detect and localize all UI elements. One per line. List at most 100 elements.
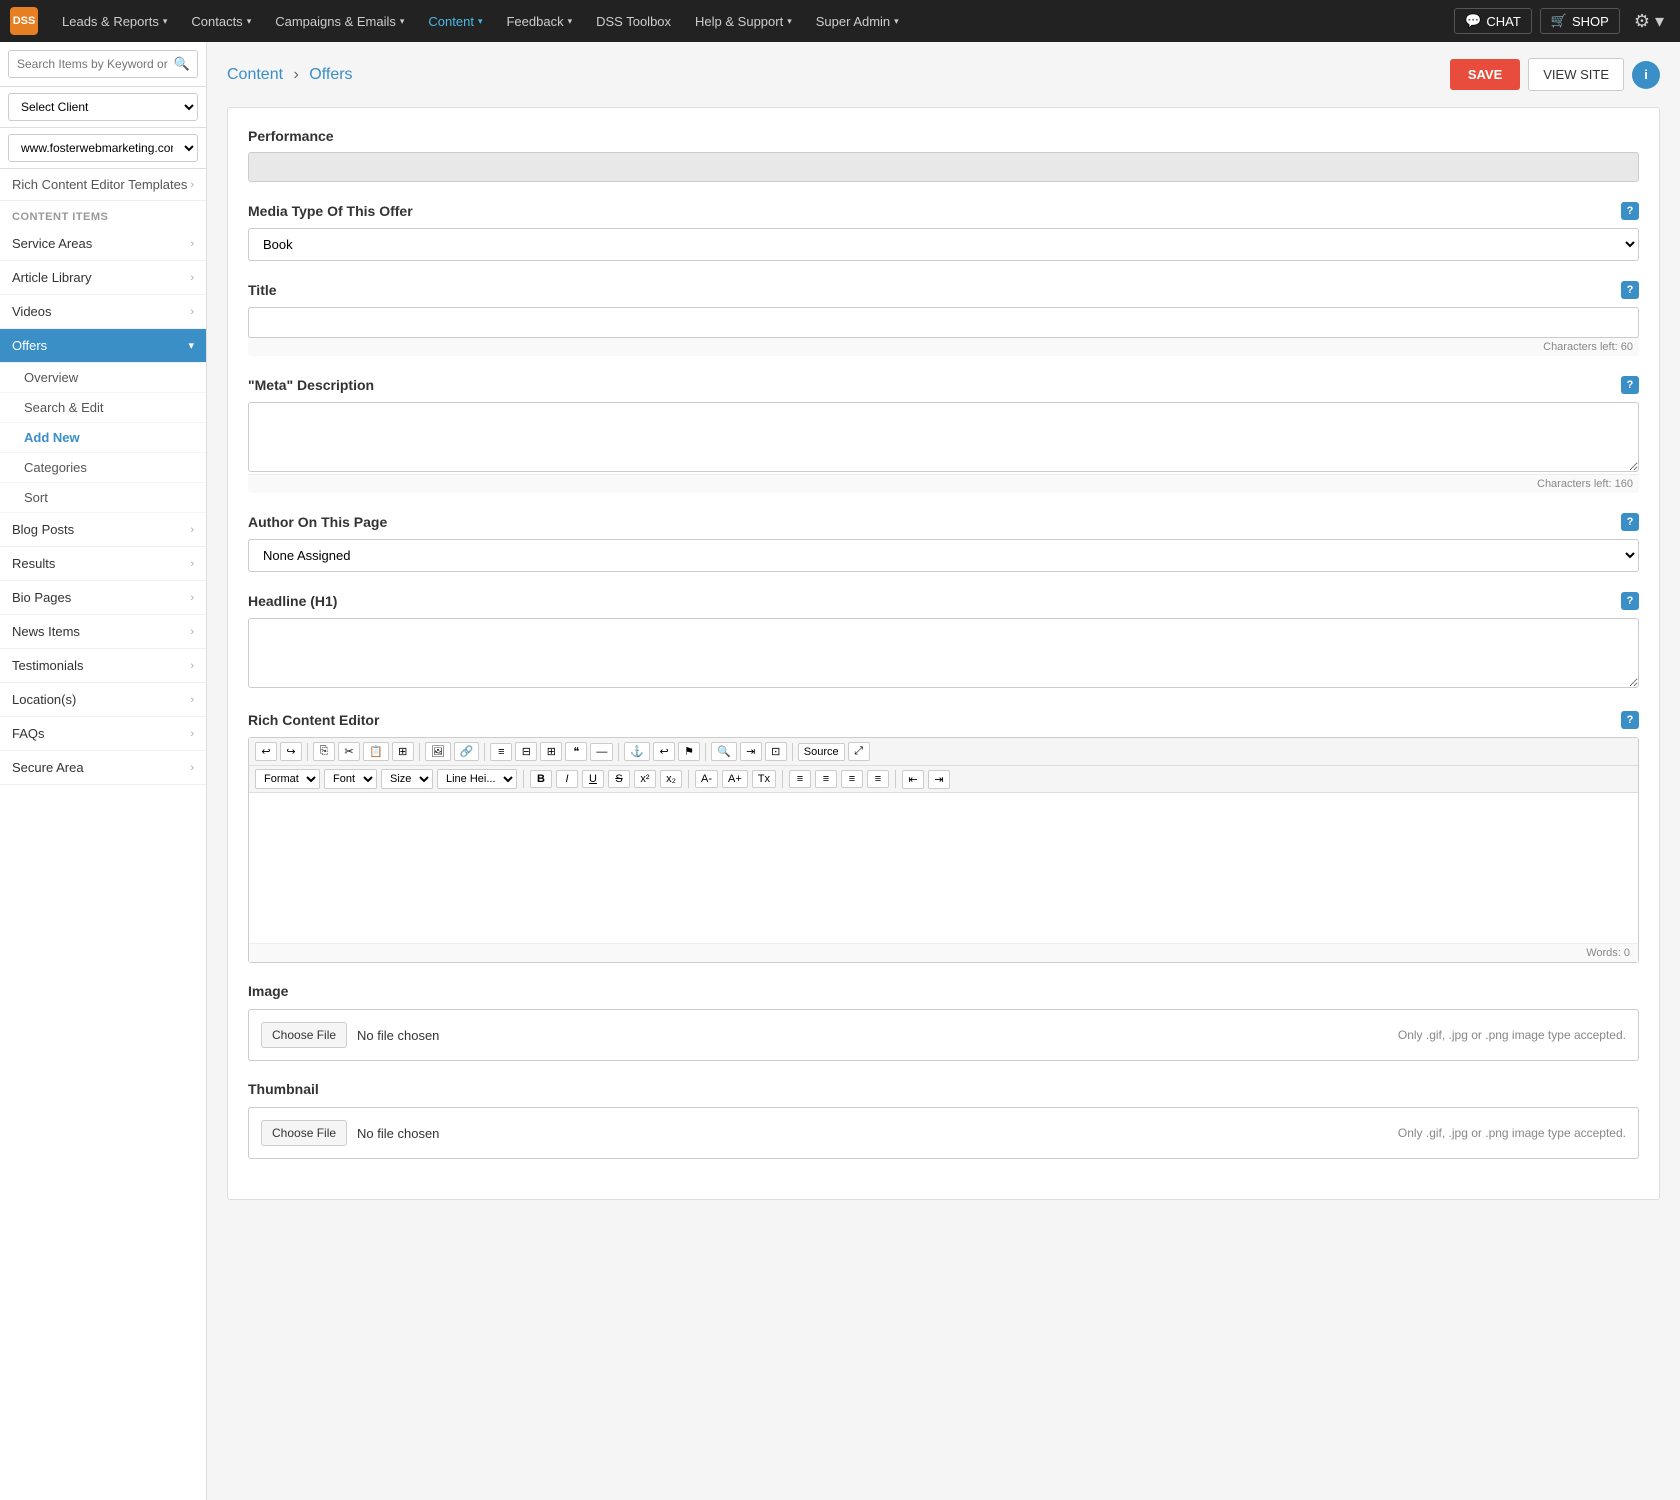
- nav-feedback[interactable]: Feedback ▾: [496, 0, 582, 42]
- nav-campaigns-emails[interactable]: Campaigns & Emails ▾: [265, 0, 414, 42]
- rte-ul-btn[interactable]: ⊟: [515, 742, 537, 761]
- rte-paste-btn[interactable]: 📋: [363, 742, 389, 761]
- top-nav: DSS Leads & Reports ▾ Contacts ▾ Campaig…: [0, 0, 1680, 42]
- nav-leads-reports[interactable]: Leads & Reports ▾: [52, 0, 177, 42]
- headline-textarea[interactable]: [248, 618, 1639, 688]
- client-select[interactable]: Select Client: [8, 93, 198, 121]
- sidebar-sub-item-sort[interactable]: Sort: [0, 483, 206, 513]
- sidebar-item-service-areas[interactable]: Service Areas ›: [0, 227, 206, 261]
- sidebar-item-offers[interactable]: Offers ▾: [0, 329, 206, 363]
- rte-separator: [523, 770, 524, 788]
- sidebar-item-testimonials[interactable]: Testimonials ›: [0, 649, 206, 683]
- nav-contacts[interactable]: Contacts ▾: [181, 0, 261, 42]
- sidebar-item-faqs[interactable]: FAQs ›: [0, 717, 206, 751]
- rte-ol-btn[interactable]: ≡: [490, 743, 512, 761]
- thumbnail-choose-file-btn[interactable]: Choose File: [261, 1120, 347, 1146]
- rte-font-color-btn[interactable]: A-: [695, 770, 718, 788]
- rte-indent-btn[interactable]: ⇥: [740, 742, 762, 761]
- rte-superscript-btn[interactable]: x²: [634, 770, 656, 788]
- url-select[interactable]: www.fosterwebmarketing.com...: [8, 134, 198, 162]
- chat-button[interactable]: 💬 CHAT: [1454, 8, 1532, 34]
- sidebar-item-videos[interactable]: Videos ›: [0, 295, 206, 329]
- sidebar-templates-link[interactable]: Rich Content Editor Templates ›: [0, 169, 206, 201]
- image-choose-file-btn[interactable]: Choose File: [261, 1022, 347, 1048]
- rte-image-btn[interactable]: 🖼: [425, 742, 451, 761]
- rte-format-select[interactable]: Format: [255, 769, 320, 789]
- view-site-button[interactable]: VIEW SITE: [1528, 58, 1624, 91]
- search-input[interactable]: [8, 50, 198, 78]
- rte-italic-btn[interactable]: I: [556, 770, 578, 788]
- rte-align-left-btn[interactable]: ≡: [789, 770, 811, 788]
- rce-label: Rich Content Editor ?: [248, 711, 1639, 729]
- rte-embed-btn[interactable]: ⊡: [765, 742, 787, 761]
- rte-find-btn[interactable]: ↩: [653, 742, 675, 761]
- headline-help-badge[interactable]: ?: [1621, 592, 1639, 610]
- sidebar-item-news-items[interactable]: News Items ›: [0, 615, 206, 649]
- rte-body[interactable]: [249, 793, 1638, 943]
- rte-blockquote-btn[interactable]: ❝: [565, 742, 587, 761]
- sidebar-item-article-library[interactable]: Article Library ›: [0, 261, 206, 295]
- rte-link-btn[interactable]: 🔗: [454, 742, 480, 761]
- rte-remove-format-btn[interactable]: Tx: [752, 770, 776, 788]
- sidebar-item-bio-pages[interactable]: Bio Pages ›: [0, 581, 206, 615]
- rte-fullscreen-btn[interactable]: ⤢: [848, 742, 870, 761]
- rte-anchor-btn[interactable]: ⚓: [624, 742, 650, 761]
- rte-paste-text-btn[interactable]: ⊞: [392, 742, 414, 761]
- title-help-badge[interactable]: ?: [1621, 281, 1639, 299]
- nav-help-support[interactable]: Help & Support ▾: [685, 0, 802, 42]
- rte-copy-btn[interactable]: ⎘: [313, 742, 335, 761]
- rte-indent-increase-btn[interactable]: ⇥: [928, 770, 950, 789]
- rte-subscript-btn[interactable]: x₂: [660, 770, 682, 788]
- rte-redo-btn[interactable]: ↪: [280, 742, 302, 761]
- rte-align-right-btn[interactable]: ≡: [841, 770, 863, 788]
- rte-hr-btn[interactable]: —: [590, 743, 613, 761]
- rte-bold-btn[interactable]: B: [530, 770, 552, 788]
- rte-search-btn[interactable]: 🔍: [711, 742, 737, 761]
- rte-lineheight-select[interactable]: Line Hei...: [437, 769, 517, 789]
- save-button[interactable]: SAVE: [1450, 59, 1520, 90]
- info-button[interactable]: i: [1632, 61, 1660, 89]
- media-type-help-badge[interactable]: ?: [1621, 202, 1639, 220]
- rte-flag-btn[interactable]: ⚑: [678, 742, 700, 761]
- author-help-badge[interactable]: ?: [1621, 513, 1639, 531]
- rte-cut-btn[interactable]: ✂: [338, 742, 360, 761]
- meta-description-textarea[interactable]: [248, 402, 1639, 472]
- settings-button[interactable]: ⚙ ▾: [1628, 11, 1670, 32]
- sidebar-sub-item-add-new[interactable]: Add New: [0, 423, 206, 453]
- rte-font-size-inc-btn[interactable]: A+: [722, 770, 748, 788]
- sidebar-sub-item-categories[interactable]: Categories: [0, 453, 206, 483]
- media-type-select[interactable]: Book Video Audio PDF Webinar: [248, 228, 1639, 261]
- nav-super-admin[interactable]: Super Admin ▾: [806, 0, 909, 42]
- rte-align-center-btn[interactable]: ≡: [815, 770, 837, 788]
- main-content: Content › Offers SAVE VIEW SITE i Perfor…: [207, 42, 1680, 1500]
- rte-table-btn[interactable]: ⊞: [540, 742, 562, 761]
- sidebar-item-blog-posts[interactable]: Blog Posts ›: [0, 513, 206, 547]
- author-select[interactable]: None Assigned: [248, 539, 1639, 572]
- rte-align-justify-btn[interactable]: ≡: [867, 770, 889, 788]
- rce-help-badge[interactable]: ?: [1621, 711, 1639, 729]
- rte-size-select[interactable]: Size: [381, 769, 433, 789]
- rte-source-btn[interactable]: Source: [798, 743, 845, 761]
- nav-content[interactable]: Content ▾: [418, 0, 492, 42]
- dropdown-arrow-icon: ▾: [894, 16, 899, 27]
- rte-undo-btn[interactable]: ↩: [255, 742, 277, 761]
- shop-button[interactable]: 🛒 SHOP: [1540, 8, 1620, 34]
- rte-font-select[interactable]: Font: [324, 769, 377, 789]
- title-input[interactable]: [248, 307, 1639, 338]
- rte-footer: Words: 0: [249, 943, 1638, 962]
- breadcrumb-parent[interactable]: Content: [227, 66, 283, 83]
- sidebar-sub-item-overview[interactable]: Overview: [0, 363, 206, 393]
- rte-strikethrough-btn[interactable]: S: [608, 770, 630, 788]
- sidebar-item-secure-area[interactable]: Secure Area ›: [0, 751, 206, 785]
- chevron-down-icon: ▾: [188, 339, 194, 352]
- nav-dss-toolbox[interactable]: DSS Toolbox: [586, 0, 681, 42]
- sidebar-client-select-section: Select Client: [0, 87, 206, 128]
- rte-underline-btn[interactable]: U: [582, 770, 604, 788]
- sidebar-item-results[interactable]: Results ›: [0, 547, 206, 581]
- rte-separator: [895, 770, 896, 788]
- sidebar-sub-item-search-edit[interactable]: Search & Edit: [0, 393, 206, 423]
- rte-indent-decrease-btn[interactable]: ⇤: [902, 770, 924, 789]
- image-no-file: No file chosen: [357, 1028, 439, 1043]
- sidebar-item-locations[interactable]: Location(s) ›: [0, 683, 206, 717]
- meta-help-badge[interactable]: ?: [1621, 376, 1639, 394]
